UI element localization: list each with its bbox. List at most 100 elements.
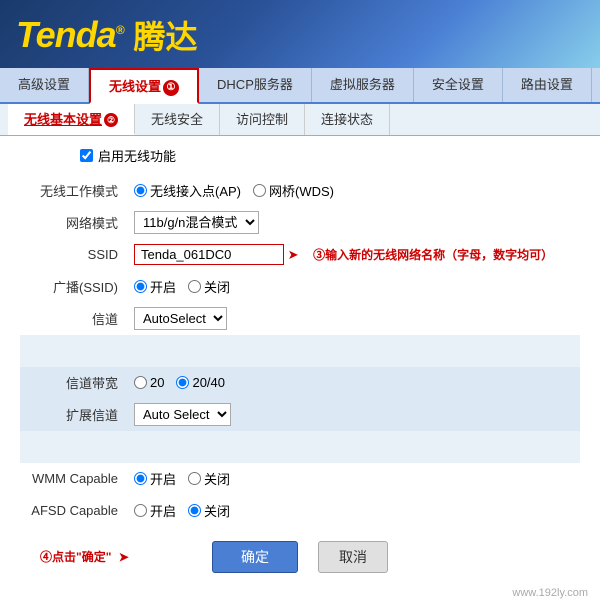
broadcast-on-text: 开启 <box>150 277 176 296</box>
logo-en-text: Tenda <box>16 14 116 55</box>
broadcast-off-text: 关闭 <box>204 277 230 296</box>
enable-wireless-checkbox[interactable] <box>80 149 93 162</box>
nav-wireless-label: 无线设置 <box>109 79 161 94</box>
enable-wireless-label[interactable]: 启用无线功能 <box>98 146 176 165</box>
mode-wds-radio[interactable] <box>253 184 266 197</box>
afsd-off-radio[interactable] <box>188 504 201 517</box>
afsd-on-radio[interactable] <box>134 504 147 517</box>
mode-wds-text: 网桥(WDS) <box>269 181 334 200</box>
mode-ap-radio[interactable] <box>134 184 147 197</box>
afsd-label: AFSD Capable <box>20 495 130 527</box>
afsd-on-text: 开启 <box>150 501 176 520</box>
broadcast-on-radio[interactable] <box>134 280 147 293</box>
mode-ap-text: 无线接入点(AP) <box>150 181 241 200</box>
sub-nav: 无线基本设置② 无线安全 访问控制 连接状态 <box>0 104 600 136</box>
bw-20-text: 20 <box>150 375 164 390</box>
bw-20-radio[interactable] <box>134 376 147 389</box>
wireless-form-table: 无线工作模式 无线接入点(AP) 网桥(WDS) 网络模式 <box>20 175 580 527</box>
step-callout-text: ④点击"确定" <box>40 550 111 564</box>
nav-advanced[interactable]: 高级设置 <box>0 68 89 102</box>
mode-row: 无线工作模式 无线接入点(AP) 网桥(WDS) <box>20 175 580 207</box>
bandwidth-group: 20 20/40 <box>134 375 580 390</box>
mode-ap-label[interactable]: 无线接入点(AP) <box>134 181 241 200</box>
footer: www.192ly.com <box>0 583 600 603</box>
wmm-group: 开启 关闭 <box>134 469 580 488</box>
divider-1 <box>20 335 580 367</box>
wmm-on-label[interactable]: 开启 <box>134 469 176 488</box>
button-area: ④点击"确定" ➤ 确定 取消 <box>20 541 580 573</box>
nav-route[interactable]: 路由设置 <box>503 68 592 102</box>
mode-value: 无线接入点(AP) 网桥(WDS) <box>130 175 580 207</box>
ext-channel-value: Auto Select <box>130 399 580 431</box>
divider-2 <box>20 431 580 463</box>
channel-label: 信道 <box>20 303 130 335</box>
bandwidth-row: 信道带宽 20 20/40 <box>20 367 580 399</box>
broadcast-group: 开启 关闭 <box>134 277 580 296</box>
header: Tenda® 腾达 <box>0 0 600 68</box>
ssid-callout: ③输入新的无线网络名称（字母，数字均可） <box>313 246 553 263</box>
watermark-text: www.192ly.com <box>512 587 588 599</box>
enable-wireless-row: 启用无线功能 <box>20 146 580 165</box>
afsd-on-label[interactable]: 开启 <box>134 501 176 520</box>
ssid-arrow: ➤ <box>288 247 299 263</box>
netmode-select[interactable]: 11b/g/n混合模式 <box>134 211 259 234</box>
ext-channel-select[interactable]: Auto Select <box>134 403 231 426</box>
broadcast-row: 广播(SSID) 开启 关闭 <box>20 271 580 303</box>
content-area: 启用无线功能 无线工作模式 无线接入点(AP) 网桥(WDS) <box>0 136 600 583</box>
broadcast-on-label[interactable]: 开启 <box>134 277 176 296</box>
channel-value: AutoSelect <box>130 303 580 335</box>
wmm-label: WMM Capable <box>20 463 130 495</box>
netmode-label: 网络模式 <box>20 207 130 239</box>
wmm-on-radio[interactable] <box>134 472 147 485</box>
bw-20-label[interactable]: 20 <box>134 375 164 390</box>
subnav-access[interactable]: 访问控制 <box>220 104 305 135</box>
mode-wds-label[interactable]: 网桥(WDS) <box>253 181 334 200</box>
nav-wireless[interactable]: 无线设置① <box>89 68 199 104</box>
nav-security[interactable]: 安全设置 <box>414 68 503 102</box>
logo-chinese: 腾达 <box>134 12 198 58</box>
wmm-off-text: 关闭 <box>204 469 230 488</box>
afsd-group: 开启 关闭 <box>134 501 580 520</box>
logo-tenda: Tenda® <box>16 14 124 56</box>
broadcast-off-label[interactable]: 关闭 <box>188 277 230 296</box>
confirm-button[interactable]: 确定 <box>212 541 298 573</box>
ssid-value: ➤ ③输入新的无线网络名称（字母，数字均可） <box>130 239 580 271</box>
wmm-on-text: 开启 <box>150 469 176 488</box>
afsd-value: 开启 关闭 <box>130 495 580 527</box>
broadcast-value: 开启 关闭 <box>130 271 580 303</box>
wmm-off-radio[interactable] <box>188 472 201 485</box>
nav-dhcp[interactable]: DHCP服务器 <box>199 68 312 102</box>
ext-channel-label: 扩展信道 <box>20 399 130 431</box>
afsd-row: AFSD Capable 开启 关闭 <box>20 495 580 527</box>
bandwidth-label: 信道带宽 <box>20 367 130 399</box>
bandwidth-value: 20 20/40 <box>130 367 580 399</box>
mode-label: 无线工作模式 <box>20 175 130 207</box>
nav-virtual[interactable]: 虚拟服务器 <box>312 68 414 102</box>
wmm-row: WMM Capable 开启 关闭 <box>20 463 580 495</box>
ssid-row: SSID ➤ ③输入新的无线网络名称（字母，数字均可） <box>20 239 580 271</box>
main-nav: 高级设置 无线设置① DHCP服务器 虚拟服务器 安全设置 路由设置 <box>0 68 600 104</box>
netmode-value: 11b/g/n混合模式 <box>130 207 580 239</box>
nav-step-circle-1: ① <box>163 80 179 96</box>
cancel-button[interactable]: 取消 <box>318 541 388 573</box>
bw-2040-radio[interactable] <box>176 376 189 389</box>
bw-2040-label[interactable]: 20/40 <box>176 375 225 390</box>
broadcast-off-radio[interactable] <box>188 280 201 293</box>
bw-2040-text: 20/40 <box>192 375 225 390</box>
subnav-security[interactable]: 无线安全 <box>135 104 220 135</box>
afsd-off-label[interactable]: 关闭 <box>188 501 230 520</box>
subnav-step-circle-2: ② <box>104 113 118 127</box>
channel-select[interactable]: AutoSelect <box>134 307 227 330</box>
work-mode-group: 无线接入点(AP) 网桥(WDS) <box>134 181 580 200</box>
subnav-basic[interactable]: 无线基本设置② <box>8 104 135 135</box>
subnav-status[interactable]: 连接状态 <box>305 104 390 135</box>
ssid-input[interactable] <box>134 244 284 265</box>
broadcast-label: 广播(SSID) <box>20 271 130 303</box>
ext-channel-row: 扩展信道 Auto Select <box>20 399 580 431</box>
channel-row: 信道 AutoSelect <box>20 303 580 335</box>
confirm-arrow: ➤ <box>119 550 129 564</box>
netmode-row: 网络模式 11b/g/n混合模式 <box>20 207 580 239</box>
wmm-off-label[interactable]: 关闭 <box>188 469 230 488</box>
wmm-value: 开启 关闭 <box>130 463 580 495</box>
confirm-callout: ④点击"确定" ➤ <box>40 548 129 565</box>
